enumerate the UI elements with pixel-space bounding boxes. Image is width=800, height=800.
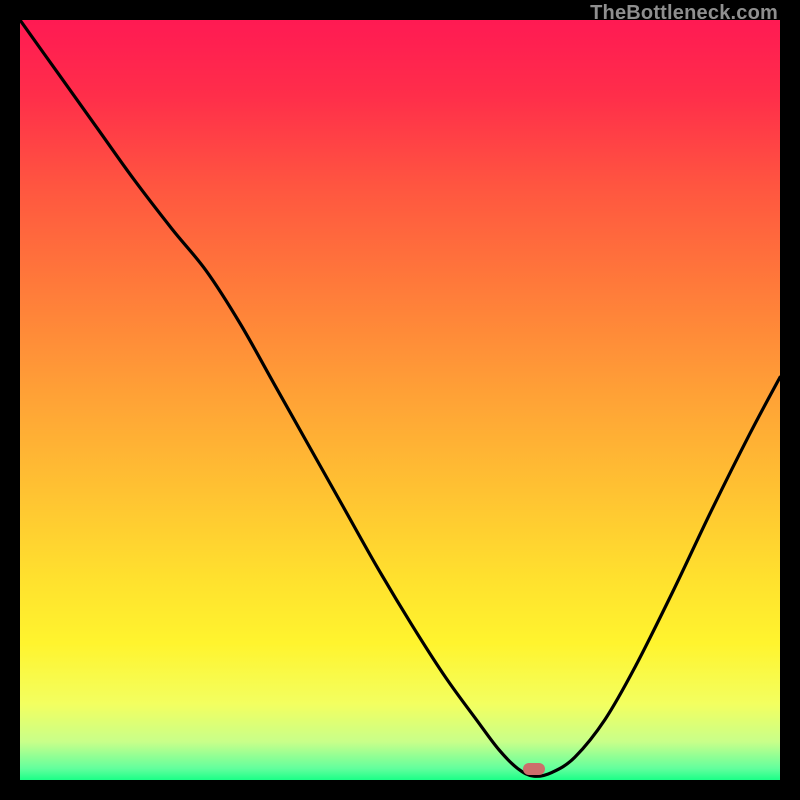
watermark-text: TheBottleneck.com: [590, 2, 778, 25]
gradient-background: [20, 20, 780, 780]
chart-frame: [20, 20, 780, 780]
optimum-marker: [523, 763, 545, 775]
bottleneck-plot: [20, 20, 780, 780]
